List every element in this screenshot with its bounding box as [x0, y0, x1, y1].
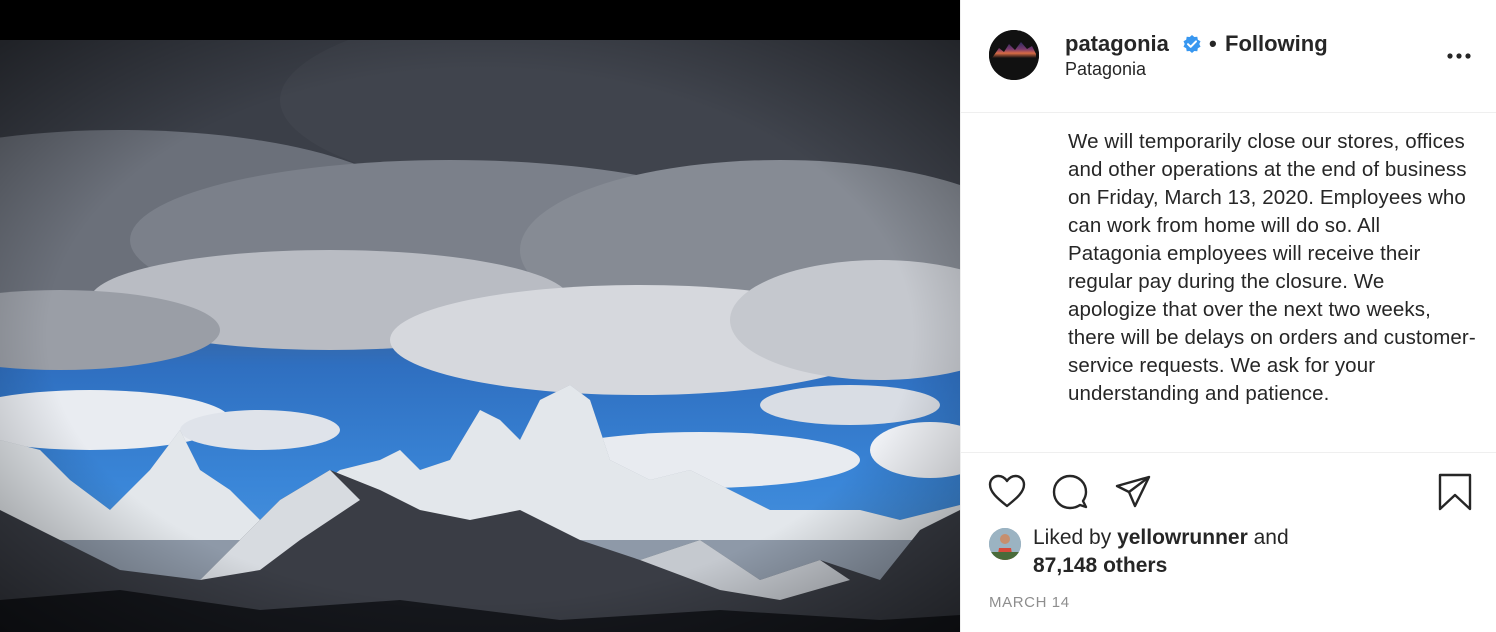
more-options-icon[interactable] — [1444, 40, 1474, 60]
likes-conjunction: and — [1253, 526, 1289, 549]
post-header: patagonia • Following Patagonia — [961, 0, 1496, 113]
follow-separator: • — [1209, 31, 1217, 56]
post-media — [0, 0, 960, 632]
paper-plane-icon[interactable] — [1113, 472, 1153, 512]
caption-section: We will temporarily close our stores, of… — [961, 114, 1496, 453]
media-letterbox — [0, 0, 960, 40]
post-side-panel: patagonia • Following Patagonia We will … — [960, 0, 1496, 632]
patagonia-logo-icon — [989, 30, 1039, 80]
post-caption: We will temporarily close our stores, of… — [1068, 130, 1476, 405]
instagram-post: patagonia • Following Patagonia We will … — [0, 0, 1496, 632]
following-button[interactable]: Following — [1225, 31, 1328, 57]
likes-text: Liked by yellowrunner and — [1033, 526, 1289, 550]
likes-section: Liked by yellowrunner and 87,148 others — [961, 522, 1496, 586]
comment-icon[interactable] — [1050, 472, 1090, 512]
verified-badge-icon — [1182, 34, 1202, 54]
post-date[interactable]: MARCH 14 — [989, 594, 1070, 611]
liker-avatar[interactable] — [989, 528, 1021, 560]
profile-avatar[interactable] — [989, 30, 1039, 80]
post-photo[interactable] — [0, 40, 960, 632]
post-location[interactable]: Patagonia — [1065, 59, 1146, 80]
likes-prefix: Liked by — [1033, 526, 1112, 549]
liker-username[interactable]: yellowrunner — [1117, 526, 1248, 549]
post-actions — [961, 454, 1496, 524]
likes-count-link[interactable]: 87,148 others — [1033, 554, 1167, 578]
bookmark-icon[interactable] — [1435, 472, 1475, 512]
profile-username[interactable]: patagonia — [1065, 31, 1169, 57]
heart-icon[interactable] — [987, 472, 1027, 512]
